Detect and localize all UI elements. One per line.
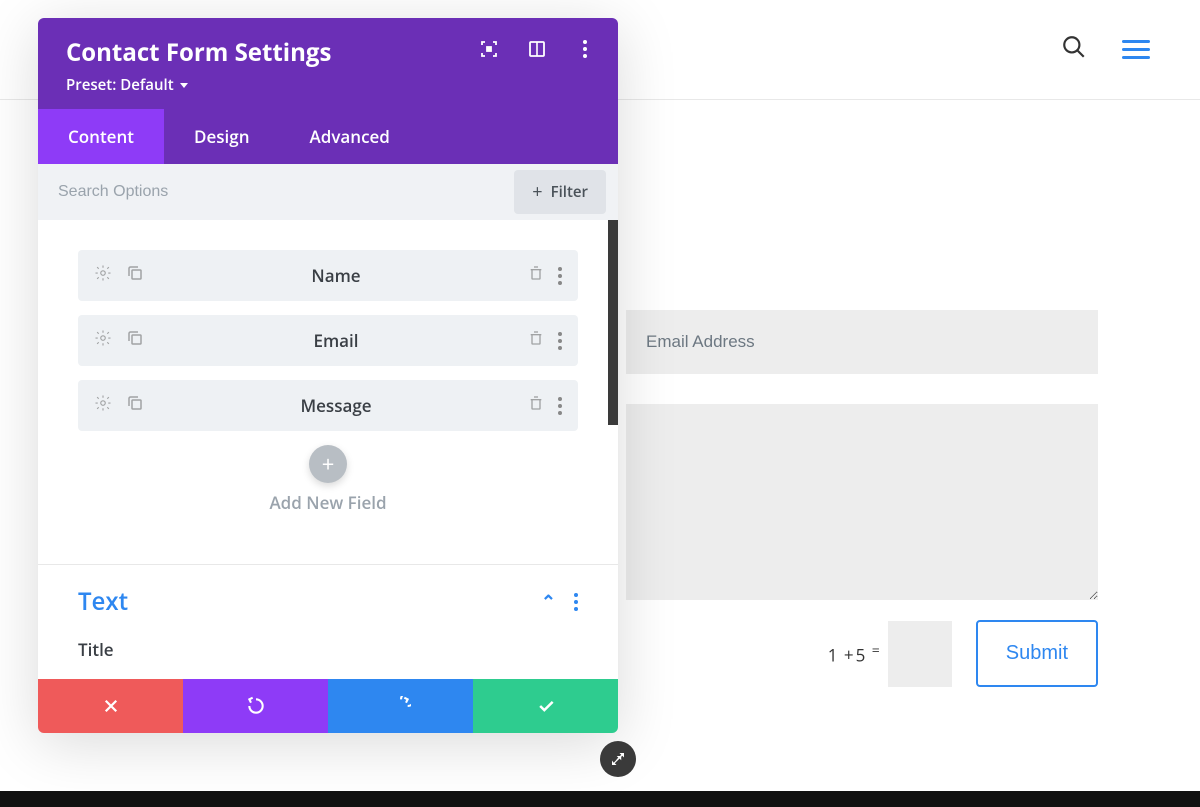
check-icon bbox=[536, 696, 556, 716]
add-field-button[interactable]: + bbox=[309, 445, 347, 483]
email-field[interactable] bbox=[626, 310, 1098, 374]
redo-icon bbox=[391, 696, 411, 716]
plus-icon: + bbox=[532, 183, 542, 201]
more-icon[interactable] bbox=[558, 267, 562, 285]
snap-icon[interactable] bbox=[480, 40, 498, 58]
filter-button[interactable]: + Filter bbox=[514, 170, 606, 214]
duplicate-icon[interactable] bbox=[126, 329, 144, 352]
redo-button[interactable] bbox=[328, 679, 473, 733]
preset-selector[interactable]: Preset: Default bbox=[66, 75, 590, 95]
caret-down-icon bbox=[180, 83, 188, 88]
message-field[interactable] bbox=[626, 404, 1098, 600]
gear-icon[interactable] bbox=[94, 264, 112, 287]
add-field-label: Add New Field bbox=[78, 491, 578, 514]
tab-advanced[interactable]: Advanced bbox=[280, 109, 420, 164]
settings-tabs: Content Design Advanced bbox=[38, 109, 618, 164]
captcha-input[interactable] bbox=[888, 621, 952, 687]
field-item[interactable]: Name bbox=[78, 250, 578, 301]
more-options-icon[interactable] bbox=[576, 40, 594, 58]
settings-panel: Contact Form Settings Preset: Default bbox=[38, 18, 618, 733]
trash-icon[interactable] bbox=[528, 394, 544, 417]
text-section: Text ⌃ Title bbox=[38, 565, 618, 679]
fields-section: Name Email bbox=[38, 220, 618, 539]
scrollbar[interactable] bbox=[608, 220, 618, 425]
more-icon[interactable] bbox=[574, 593, 578, 611]
submit-row: 1 +5 = Submit bbox=[626, 620, 1098, 687]
panel-body: Name Email bbox=[38, 220, 618, 679]
expand-icon bbox=[609, 750, 627, 768]
hamburger-menu-icon[interactable] bbox=[1122, 40, 1150, 59]
search-icon[interactable] bbox=[1061, 34, 1087, 65]
gear-icon[interactable] bbox=[94, 329, 112, 352]
responsive-view-icon[interactable] bbox=[528, 40, 546, 58]
resize-handle[interactable] bbox=[600, 741, 636, 777]
duplicate-icon[interactable] bbox=[126, 394, 144, 417]
field-item[interactable]: Message bbox=[78, 380, 578, 431]
trash-icon[interactable] bbox=[528, 264, 544, 287]
tab-design[interactable]: Design bbox=[164, 109, 280, 164]
panel-action-bar bbox=[38, 679, 618, 733]
undo-button[interactable] bbox=[183, 679, 328, 733]
search-row: + Filter bbox=[38, 164, 618, 220]
field-label: Message bbox=[144, 394, 528, 417]
contact-form-preview: 1 +5 = Submit bbox=[626, 310, 1098, 687]
trash-icon[interactable] bbox=[528, 329, 544, 352]
captcha-text: 1 +5 = bbox=[828, 641, 880, 667]
save-button[interactable] bbox=[473, 679, 618, 733]
text-section-heading[interactable]: Text bbox=[78, 585, 128, 618]
chevron-up-icon[interactable]: ⌃ bbox=[541, 590, 556, 614]
undo-icon bbox=[246, 696, 266, 716]
duplicate-icon[interactable] bbox=[126, 264, 144, 287]
title-label: Title bbox=[78, 638, 578, 661]
panel-header: Contact Form Settings Preset: Default bbox=[38, 18, 618, 109]
close-icon bbox=[102, 697, 120, 715]
footer-bar bbox=[0, 791, 1200, 807]
gear-icon[interactable] bbox=[94, 394, 112, 417]
tab-content[interactable]: Content bbox=[38, 109, 164, 164]
panel-header-icons bbox=[480, 40, 594, 58]
submit-button[interactable]: Submit bbox=[976, 620, 1098, 687]
cancel-button[interactable] bbox=[38, 679, 183, 733]
more-icon[interactable] bbox=[558, 397, 562, 415]
field-label: Name bbox=[144, 264, 528, 287]
field-item[interactable]: Email bbox=[78, 315, 578, 366]
plus-icon: + bbox=[322, 453, 335, 475]
search-options-input[interactable] bbox=[38, 167, 514, 217]
field-label: Email bbox=[144, 329, 528, 352]
more-icon[interactable] bbox=[558, 332, 562, 350]
